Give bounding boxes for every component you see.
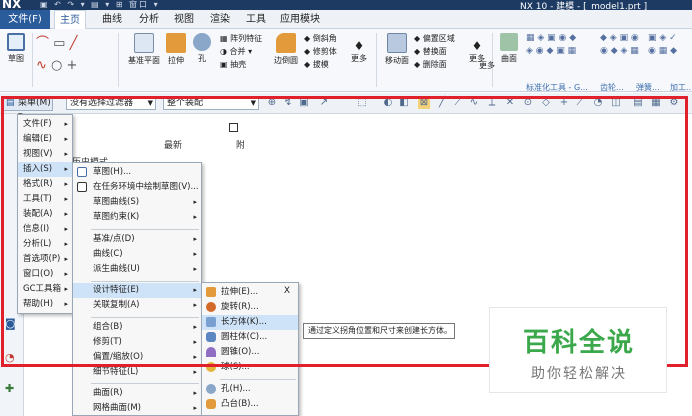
detail-feature-group: ◆ 倒斜角 ◆ 修剪体 ◆ 拔模 <box>304 32 352 71</box>
tab-view[interactable]: 视图 <box>168 10 200 29</box>
menu-item-hole[interactable]: 孔(H)... <box>202 382 298 397</box>
edge-blend-button[interactable]: 边倒圆 <box>272 33 300 66</box>
hole-button[interactable]: 孔 <box>192 33 212 64</box>
gc-tool-icons-row2[interactable]: ◈ ◉ ◆ ▣ ▦ <box>526 46 576 56</box>
watermark-title: 百科全说 <box>522 328 635 358</box>
ribbon-home: 草图 ⌒ ▭ ╱ ∿ ○ + 基准平面 拉伸 孔 ▦ 阵列特征 ◑ 合并 ▾ ▣… <box>0 29 692 92</box>
group-label-gear: 齿轮... <box>600 83 624 92</box>
menu-item-mesh-surface[interactable]: 网格曲面(M) ▸ <box>73 401 201 416</box>
chevron-right-icon: ▸ <box>193 389 197 397</box>
spline-icon[interactable]: ∿ <box>36 58 47 73</box>
trim-body-button[interactable]: ◆ 修剪体 <box>304 47 337 56</box>
chevron-right-icon: ▸ <box>193 404 197 412</box>
circle-icon[interactable]: ○ <box>51 58 62 73</box>
process-icons-row2[interactable]: ◉ ▦ ◆ <box>648 46 677 56</box>
point-icon[interactable]: + <box>67 58 78 73</box>
unite-button[interactable]: ◑ 合并 ▾ <box>220 47 252 56</box>
datum-plane-icon <box>134 33 154 53</box>
chamfer-button[interactable]: ◆ 倒斜角 <box>304 34 337 43</box>
gc-tool-icons-row1[interactable]: ▦ ◈ ▣ ◉ ◆ <box>526 33 576 43</box>
menu-separator <box>220 379 296 380</box>
tab-curve[interactable]: 曲线 <box>96 10 128 29</box>
ribbon-separator <box>32 33 33 87</box>
surface-button[interactable]: 曲面 <box>498 33 520 64</box>
chevron-right-icon: ▸ <box>193 368 197 376</box>
ribbon-separator <box>118 33 119 87</box>
tab-tools[interactable]: 工具 <box>240 10 272 29</box>
move-face-button[interactable]: 移动面 <box>382 33 412 66</box>
feature-small-group: ▦ 阵列特征 ◑ 合并 ▾ ▣ 抽壳 <box>220 32 272 71</box>
pattern-feature-button[interactable]: ▦ 阵列特征 <box>220 34 262 43</box>
replace-face-button[interactable]: ◆ 替换面 <box>414 47 447 56</box>
menu-item-surface[interactable]: 曲面(R) ▸ <box>73 386 201 401</box>
draft-button[interactable]: ◆ 拔模 <box>304 60 329 69</box>
tab-home[interactable]: 主页 <box>54 10 86 29</box>
group-label-spring: 弹簧... <box>636 83 660 92</box>
more-surface-button[interactable]: 更多 <box>478 60 496 71</box>
tab-file[interactable]: 文件(F) <box>0 10 50 29</box>
standard-tools-icons[interactable]: ▦ ◈ ▣ ◉ ◆ ◈ ◉ ◆ ▣ ▦ <box>526 32 594 58</box>
menu-separator <box>91 383 199 384</box>
shell-button[interactable]: ▣ 抽壳 <box>220 60 246 69</box>
gear-spring-icons[interactable]: ◆ ◈ ▣ ◉ ◉ ◆ ◈ ▦ <box>600 32 644 58</box>
group-label-process: 加工... <box>670 83 692 92</box>
line-icon[interactable]: ╱ <box>70 36 78 51</box>
sketch-icon <box>7 33 25 51</box>
tab-applications[interactable]: 应用模块 <box>277 10 323 29</box>
sketch-button[interactable]: 草图 <box>4 33 28 64</box>
sync-model-group: ◆ 偏置区域 ◆ 替换面 ◆ 删除面 <box>414 32 464 71</box>
gear-icons-row1[interactable]: ◆ ◈ ▣ ◉ <box>600 33 639 43</box>
ribbon-separator <box>376 33 377 87</box>
watermark: 百科全说 助你轻松解决 <box>489 307 667 393</box>
window-title: NX 10 - 建模 - [_model1.prt ] <box>520 2 648 10</box>
watermark-subtitle: 助你轻松解决 <box>531 366 627 382</box>
sketch-label: 草图 <box>8 54 24 63</box>
nx-logo: NX <box>2 0 22 10</box>
more-icon: ♦ <box>353 39 365 53</box>
hole-icon <box>193 33 211 51</box>
edge-blend-icon <box>276 33 296 53</box>
curve-tools-group[interactable]: ⌒ ▭ ╱ ∿ ○ + <box>36 33 106 77</box>
menu-item-boss[interactable]: 凸台(B)... <box>202 397 298 412</box>
move-face-icon <box>387 33 407 53</box>
menu-item-detail-feature[interactable]: 细节特征(L) ▸ <box>73 365 201 380</box>
ribbon-tab-bar: 文件(F) 主页 曲线 分析 视图 渲染 工具 应用模块 <box>0 10 692 29</box>
extrude-icon <box>166 33 186 53</box>
more-features-button[interactable]: ♦ 更多 <box>350 39 368 64</box>
extrude-button[interactable]: 拉伸 <box>164 33 188 66</box>
tab-analysis[interactable]: 分析 <box>133 10 165 29</box>
datum-plane-button[interactable]: 基准平面 <box>126 33 162 66</box>
hole-icon <box>206 384 216 394</box>
quick-access-toolbar[interactable]: ▣ ↶ ↷ ▾ ▤ ▾ ⊞ 窗口 ▾ <box>40 0 250 10</box>
reuse-library-icon[interactable]: ✚ <box>5 382 14 395</box>
tab-render[interactable]: 渲染 <box>204 10 236 29</box>
title-bar: NX ▣ ↶ ↷ ▾ ▤ ▾ ⊞ 窗口 ▾ NX 10 - 建模 - [_mod… <box>0 0 692 10</box>
process-icons[interactable]: ▣ ◈ ✓ ◉ ▦ ◆ <box>648 32 692 58</box>
group-label-standard-tools: 标准化工具 - G... <box>526 83 588 92</box>
more-icon: ♦ <box>471 39 483 53</box>
surface-icon <box>500 33 518 51</box>
delete-face-button[interactable]: ◆ 删除面 <box>414 60 447 69</box>
process-icons-row1[interactable]: ▣ ◈ ✓ <box>648 33 677 43</box>
rectangle-icon[interactable]: ▭ <box>53 36 65 51</box>
arc-icon[interactable]: ⌒ <box>36 36 49 51</box>
boss-icon <box>206 399 216 409</box>
gear-icons-row2[interactable]: ◉ ◆ ◈ ▦ <box>600 46 639 56</box>
offset-region-button[interactable]: ◆ 偏置区域 <box>414 34 455 43</box>
